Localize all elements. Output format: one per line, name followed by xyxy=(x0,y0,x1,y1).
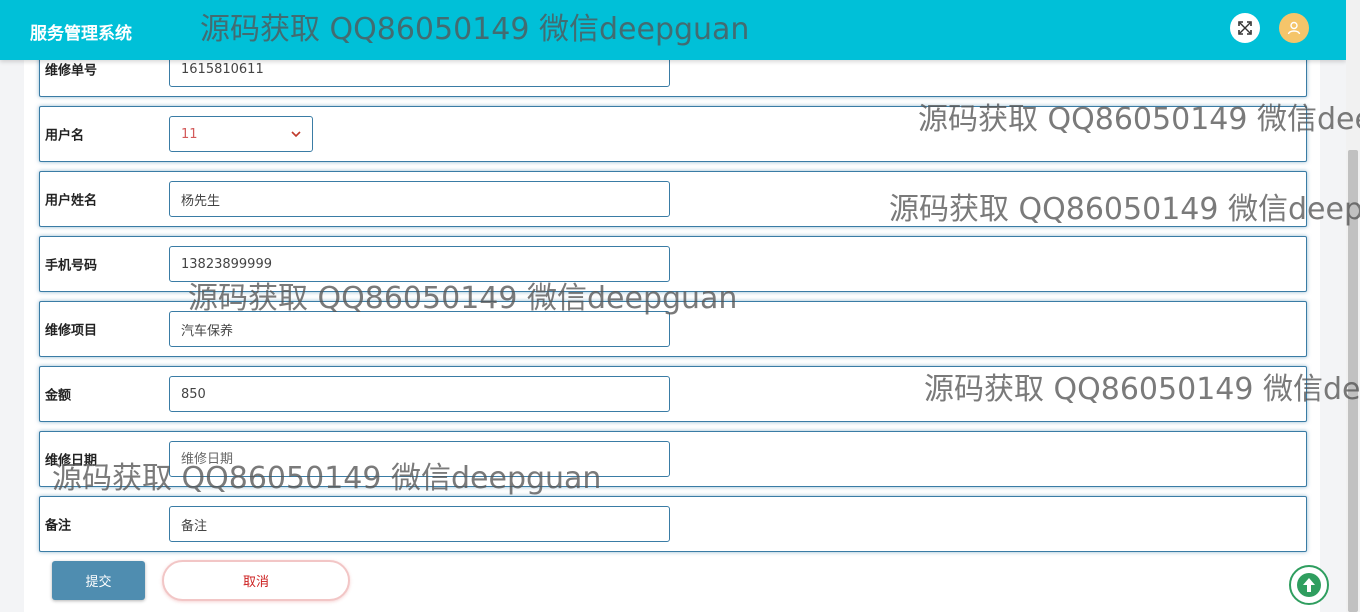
repair-date-input[interactable] xyxy=(169,441,670,477)
remarks-label: 备注 xyxy=(45,518,72,534)
form-row-user-fullname: 用户姓名 xyxy=(39,171,1307,227)
chevron-down-icon xyxy=(291,130,301,137)
form-row-repair-item: 维修项目 xyxy=(39,301,1307,357)
top-bar: 服务管理系统 xyxy=(0,0,1346,60)
app-title: 服务管理系统 xyxy=(30,24,132,44)
remarks-input[interactable] xyxy=(169,506,670,542)
username-select[interactable]: 11 xyxy=(169,116,313,152)
username-label: 用户名 xyxy=(45,128,85,144)
avatar[interactable] xyxy=(1279,13,1309,43)
submit-button[interactable]: 提交 xyxy=(52,561,145,600)
repair-number-label: 维修单号 xyxy=(45,63,98,79)
phone-label: 手机号码 xyxy=(45,258,98,274)
page-scrollbar[interactable] xyxy=(1346,0,1360,612)
user-fullname-label: 用户姓名 xyxy=(45,193,98,209)
expand-icon xyxy=(1238,21,1252,35)
scrollbar-thumb[interactable] xyxy=(1348,150,1358,612)
amount-input[interactable] xyxy=(169,376,670,412)
repair-item-input[interactable] xyxy=(169,311,670,347)
username-select-value: 11 xyxy=(181,126,198,142)
back-to-top-button[interactable] xyxy=(1289,565,1329,605)
form-row-remarks: 备注 xyxy=(39,496,1307,552)
fullscreen-button[interactable] xyxy=(1230,13,1260,43)
form-row-repair-date: 维修日期 xyxy=(39,431,1307,487)
amount-label: 金额 xyxy=(45,388,72,404)
repair-item-label: 维修项目 xyxy=(45,323,98,339)
cancel-button[interactable]: 取消 xyxy=(162,560,350,601)
form-row-amount: 金额 xyxy=(39,366,1307,422)
arrow-up-icon xyxy=(1297,573,1321,597)
form-row-phone: 手机号码 xyxy=(39,236,1307,292)
phone-input[interactable] xyxy=(169,246,670,282)
form-row-username: 用户名 11 xyxy=(39,106,1307,162)
user-fullname-input[interactable] xyxy=(169,181,670,217)
user-icon xyxy=(1287,21,1301,35)
repair-date-label: 维修日期 xyxy=(45,453,98,469)
